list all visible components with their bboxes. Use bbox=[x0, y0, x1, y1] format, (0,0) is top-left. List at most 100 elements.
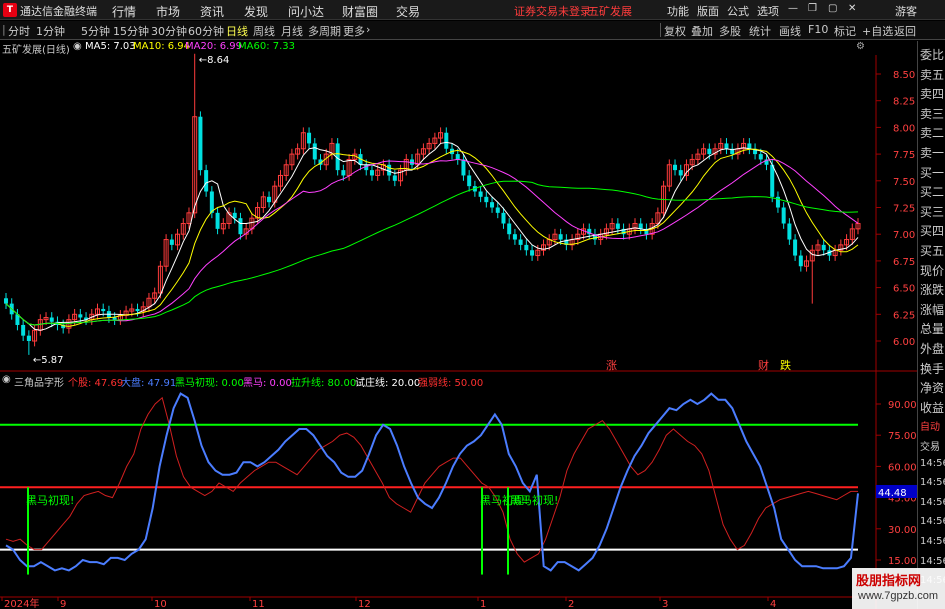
candle-body bbox=[204, 170, 209, 192]
candle-body bbox=[484, 196, 489, 203]
menu-function[interactable]: 功能 bbox=[667, 3, 689, 19]
guest-label[interactable]: 游客 bbox=[895, 3, 917, 19]
tool-overlay[interactable]: 叠加 bbox=[691, 23, 713, 39]
right-panel-label[interactable]: 卖二 bbox=[920, 124, 944, 141]
candle-body bbox=[369, 170, 374, 176]
menu-discover[interactable]: 发现 bbox=[244, 3, 268, 20]
candle-body bbox=[198, 116, 203, 171]
tool-rights[interactable]: 复权 bbox=[664, 23, 686, 39]
right-panel-label[interactable]: 委比 bbox=[920, 46, 944, 63]
candle-body bbox=[798, 255, 803, 267]
right-panel-label[interactable]: 14:56 bbox=[920, 556, 945, 567]
right-panel-label[interactable]: 收益 bbox=[920, 399, 944, 416]
period-1min[interactable]: 1分钟 bbox=[36, 23, 65, 39]
indicator-settings-icon[interactable]: ◉ bbox=[2, 374, 11, 385]
period-30min[interactable]: 30分钟 bbox=[151, 23, 187, 39]
tool-f10[interactable]: F10 bbox=[808, 23, 828, 36]
tool-draw-line[interactable]: 画线 bbox=[779, 23, 801, 39]
price-tick-label: 8.00 bbox=[893, 123, 915, 134]
login-notice[interactable]: 证券交易未登录 bbox=[514, 3, 591, 19]
event-marker: 财 bbox=[758, 358, 769, 372]
price-tick-label: 8.25 bbox=[893, 97, 915, 108]
candle-body bbox=[26, 335, 31, 341]
tool-statistics[interactable]: 统计 bbox=[749, 23, 771, 39]
right-panel-label[interactable]: 净资 bbox=[920, 379, 944, 396]
indicator-rise-line: 拉升线: 80.00 bbox=[291, 378, 357, 389]
menu-wenxiaoda[interactable]: 问小达 bbox=[288, 3, 324, 20]
high-price-label: ←8.64 bbox=[199, 55, 230, 66]
candle-body bbox=[724, 143, 729, 149]
right-panel-label[interactable]: 14:56 bbox=[920, 458, 945, 469]
period-60min[interactable]: 60分钟 bbox=[188, 23, 224, 39]
price-tick-label: 8.50 bbox=[893, 70, 915, 81]
more-chevron-icon[interactable]: › bbox=[366, 23, 370, 36]
right-panel-label[interactable]: 卖四 bbox=[920, 85, 944, 102]
right-panel-label[interactable]: 交易 bbox=[920, 438, 940, 453]
right-panel-label[interactable]: 14:56 bbox=[920, 497, 945, 508]
right-panel-label[interactable]: 涨幅 bbox=[920, 301, 944, 318]
close-icon[interactable]: ✕ bbox=[848, 3, 856, 14]
candle-body bbox=[387, 164, 392, 176]
tool-add-favorite[interactable]: +自选 bbox=[862, 23, 893, 39]
menu-formula[interactable]: 公式 bbox=[727, 3, 749, 19]
candle-body bbox=[638, 223, 643, 229]
right-panel-label[interactable]: 14:56 bbox=[920, 536, 945, 547]
right-panel-label[interactable]: 总量 bbox=[920, 320, 944, 337]
ma10-label: MA10: 6.94 bbox=[133, 41, 191, 52]
candle-body bbox=[770, 164, 775, 197]
right-panel-label[interactable]: 外盘 bbox=[920, 340, 944, 357]
maximize-icon[interactable]: ▢ bbox=[828, 3, 837, 14]
right-panel-label[interactable]: 自动 bbox=[920, 418, 940, 433]
candle-body bbox=[341, 170, 346, 176]
right-panel-label[interactable]: 买四 bbox=[920, 222, 944, 239]
period-daily[interactable]: 日线 bbox=[226, 23, 248, 39]
candle-body bbox=[501, 212, 506, 224]
chart-settings-icon[interactable]: ⚙ bbox=[856, 41, 865, 52]
right-panel-label[interactable]: 买三 bbox=[920, 203, 944, 220]
candle-body bbox=[312, 143, 317, 160]
right-panel-label[interactable]: 14:56 bbox=[920, 477, 945, 488]
ma-settings-icon[interactable]: ◉ bbox=[73, 41, 82, 52]
menu-layout[interactable]: 版面 bbox=[697, 3, 719, 19]
restore-icon[interactable]: ❐ bbox=[808, 3, 817, 14]
ma60-label: MA60: 7.33 bbox=[238, 41, 296, 52]
period-5min[interactable]: 5分钟 bbox=[81, 23, 110, 39]
right-panel-label[interactable]: 卖三 bbox=[920, 105, 944, 122]
candle-body bbox=[615, 223, 620, 229]
right-panel-label[interactable]: 买二 bbox=[920, 183, 944, 200]
price-tick-label: 6.25 bbox=[893, 310, 915, 321]
right-panel-label[interactable]: 卖五 bbox=[920, 66, 944, 83]
menu-trade[interactable]: 交易 bbox=[396, 3, 420, 20]
tool-back[interactable]: 返回 bbox=[894, 23, 916, 39]
right-panel-label[interactable]: 换手 bbox=[920, 360, 944, 377]
menu-options[interactable]: 选项 bbox=[757, 3, 779, 19]
tool-mark[interactable]: 标记 bbox=[834, 23, 856, 39]
indicator-tick-label: 60.00 bbox=[888, 462, 917, 473]
period-intraday[interactable]: 分时 bbox=[8, 23, 30, 39]
right-panel-label[interactable]: 买一 bbox=[920, 164, 944, 181]
tool-multi-stock[interactable]: 多股 bbox=[719, 23, 741, 39]
period-15min[interactable]: 15分钟 bbox=[113, 23, 149, 39]
right-panel-label[interactable]: 现价 bbox=[920, 262, 944, 279]
right-panel-label[interactable]: 卖一 bbox=[920, 144, 944, 161]
period-more[interactable]: 更多 bbox=[343, 23, 365, 39]
candle-body bbox=[461, 159, 466, 176]
candle-body bbox=[267, 196, 272, 203]
menu-wealth-circle[interactable]: 财富圈 bbox=[342, 3, 378, 20]
chart-canvas[interactable]: 8.50 8.25 8.00 7.75 7.50 7.25 7.00 6.75 6.50 6.25… bbox=[0, 41, 917, 609]
right-panel-label[interactable]: 买五 bbox=[920, 242, 944, 259]
period-monthly[interactable]: 月线 bbox=[281, 23, 303, 39]
indicator-test-line: 试庄线: 20.00 bbox=[355, 378, 421, 389]
candle-body bbox=[787, 223, 792, 240]
menu-quotes[interactable]: 行情 bbox=[112, 3, 136, 20]
indicator-darkhorse: 黑马: 0.00 bbox=[243, 378, 292, 389]
ma20-label: MA20: 6.99 bbox=[185, 41, 243, 52]
period-weekly[interactable]: 周线 bbox=[253, 23, 275, 39]
menu-news[interactable]: 资讯 bbox=[200, 3, 224, 20]
period-multi[interactable]: 多周期 bbox=[308, 23, 341, 39]
candle-body bbox=[135, 308, 140, 312]
right-panel-label[interactable]: 涨跌 bbox=[920, 281, 944, 298]
menu-market[interactable]: 市场 bbox=[156, 3, 180, 20]
right-panel-label[interactable]: 14:56 bbox=[920, 516, 945, 527]
minimize-icon[interactable]: — bbox=[788, 3, 798, 14]
